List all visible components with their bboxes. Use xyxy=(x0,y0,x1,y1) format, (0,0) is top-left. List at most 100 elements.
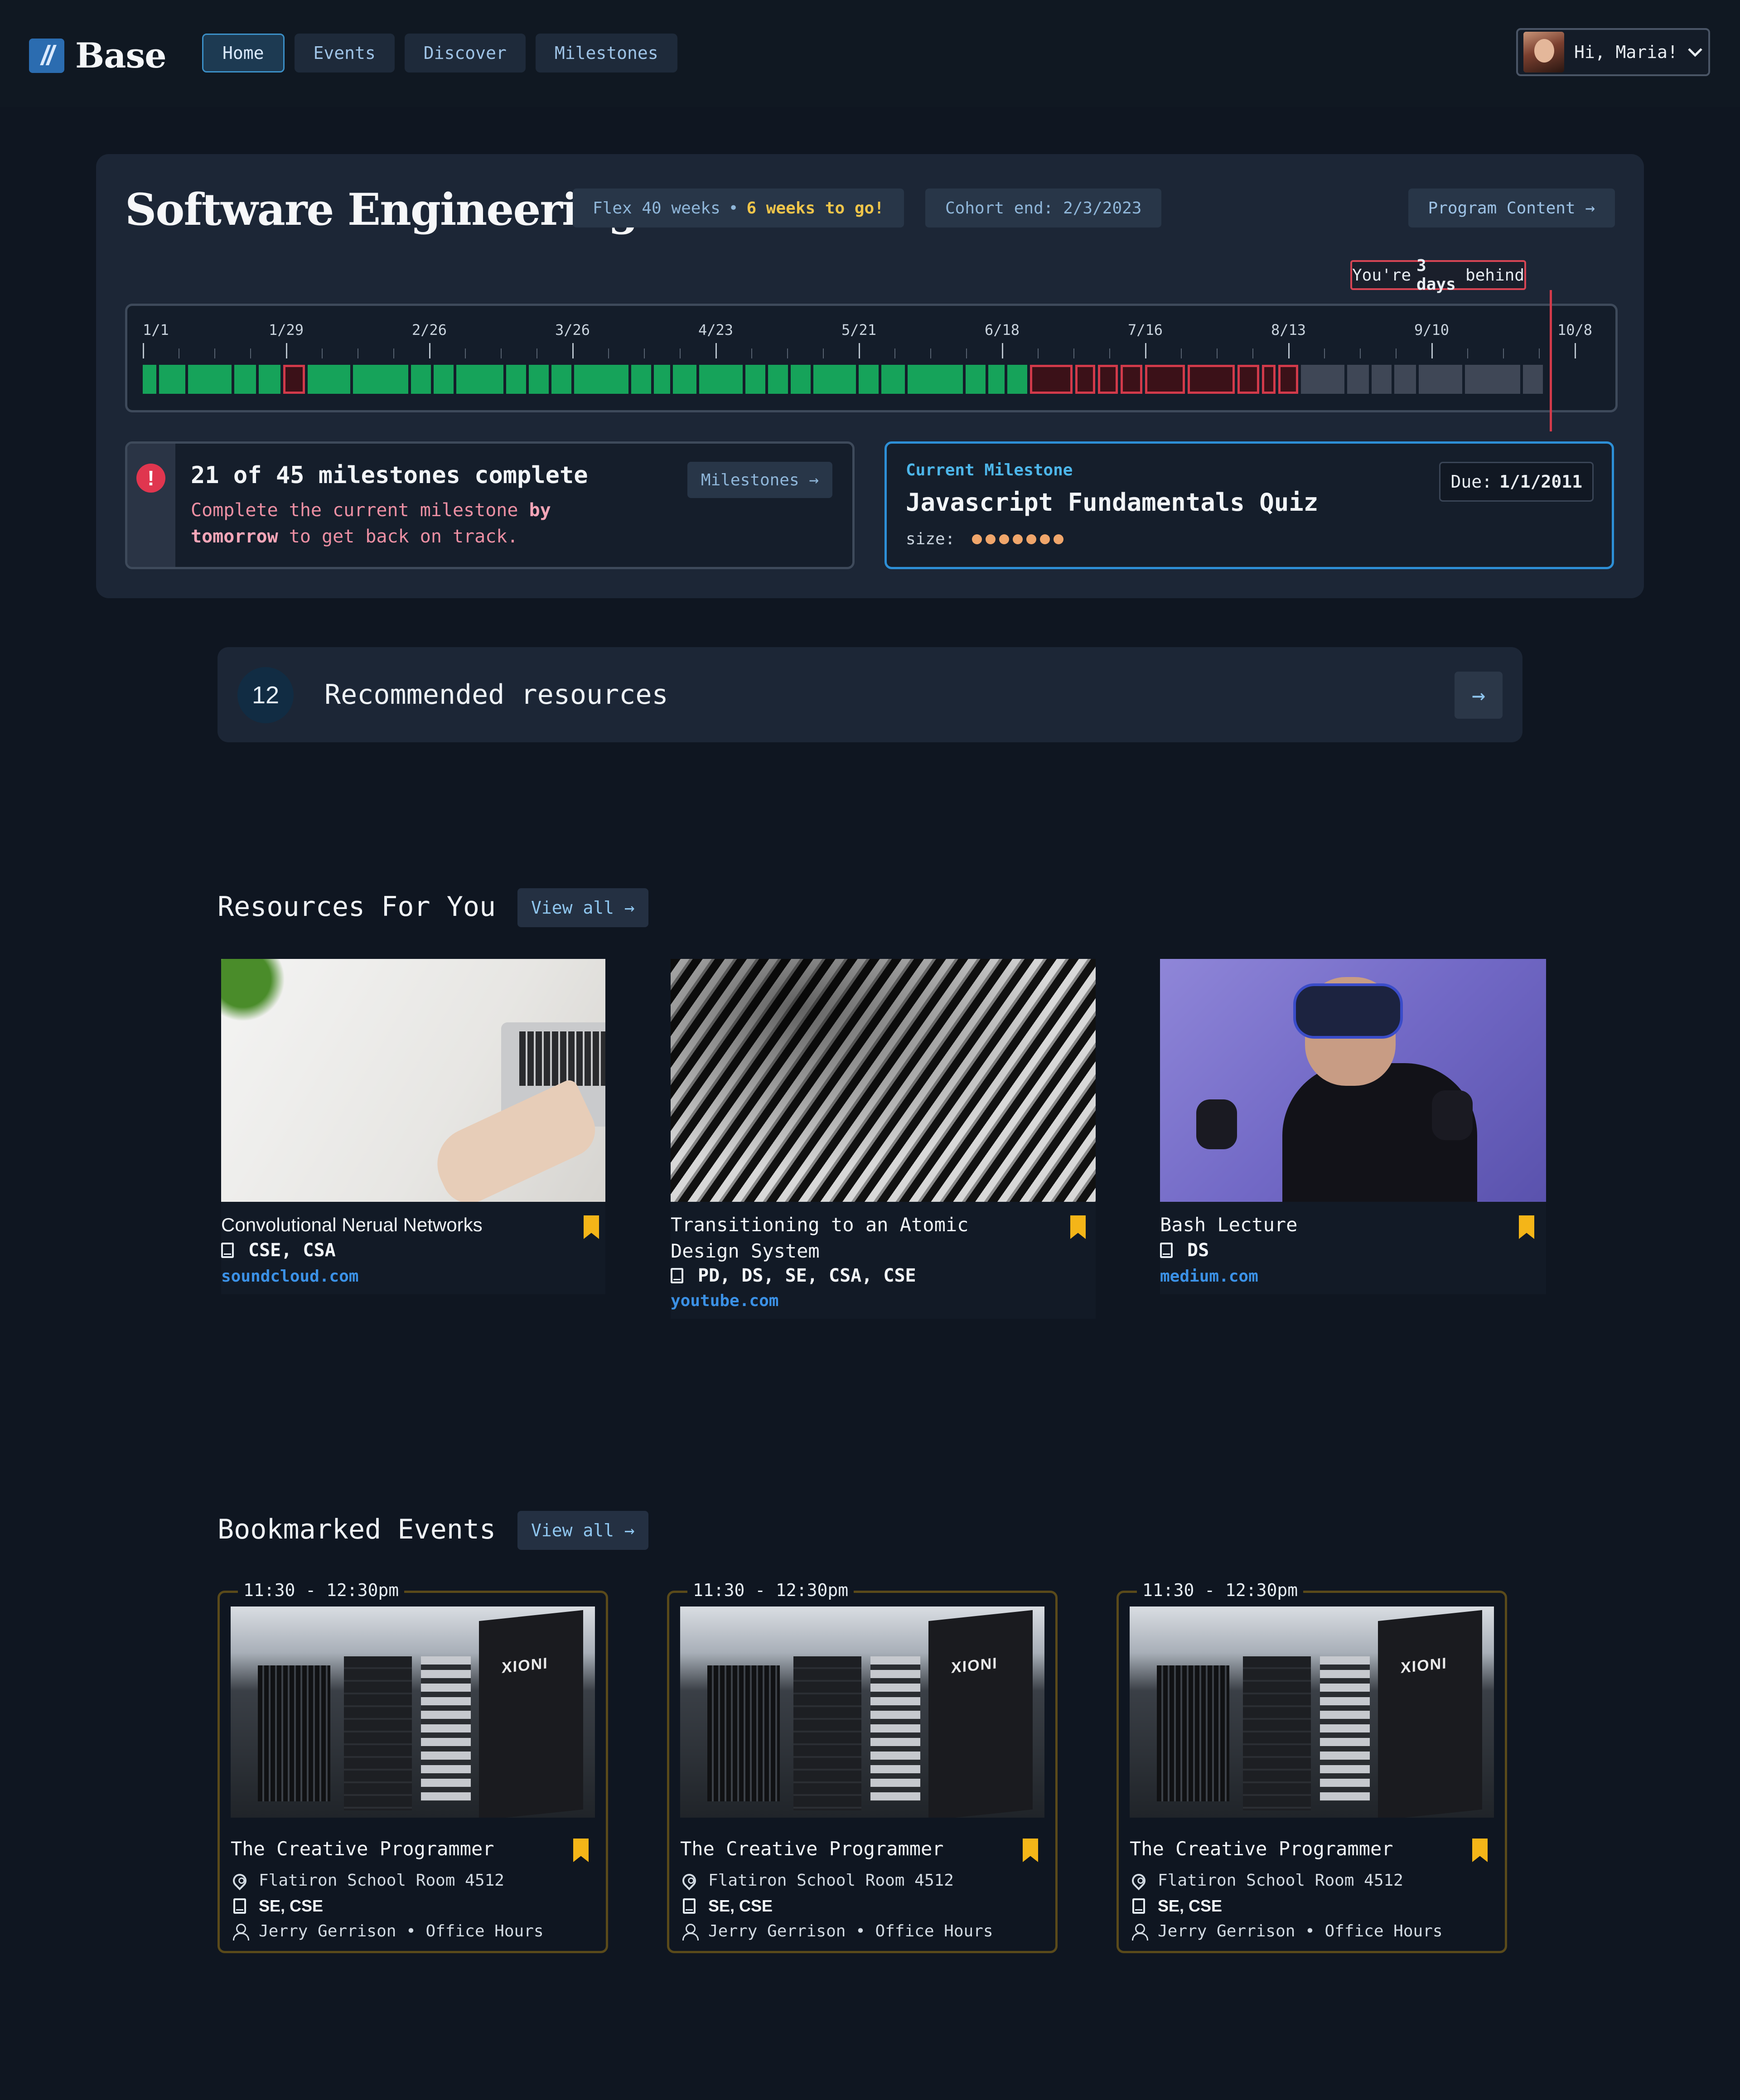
resource-card[interactable]: Convolutional Nerual Networks CSE, CSA s… xyxy=(221,959,605,1294)
bookmark-icon[interactable] xyxy=(584,1215,599,1239)
resource-source-link[interactable]: medium.com xyxy=(1160,1267,1258,1286)
event-host-text: Jerry Gerrison • Office Hours xyxy=(1158,1922,1443,1940)
milestone-segment-upcoming[interactable] xyxy=(1523,365,1543,394)
milestone-segment-missed[interactable] xyxy=(1030,365,1073,394)
milestone-segment-complete[interactable] xyxy=(456,365,503,394)
milestone-segment-missed[interactable] xyxy=(1278,365,1298,394)
milestone-segment-complete[interactable] xyxy=(966,365,986,394)
size-dot xyxy=(986,534,996,544)
milestone-segment-complete[interactable] xyxy=(654,365,670,394)
milestone-segment-upcoming[interactable] xyxy=(1372,365,1392,394)
event-card[interactable]: 11:30 - 12:30pm The Creative Programmer … xyxy=(667,1580,1058,1953)
resources-view-all-button[interactable]: View all → xyxy=(517,888,648,927)
milestones-button[interactable]: Milestones → xyxy=(687,462,832,498)
milestone-segment-upcoming[interactable] xyxy=(1347,365,1369,394)
milestone-segment-complete[interactable] xyxy=(506,365,526,394)
milestone-segment-complete[interactable] xyxy=(411,365,431,394)
resource-card[interactable]: Bash Lecture DS medium.com xyxy=(1160,959,1546,1294)
milestone-segment-complete[interactable] xyxy=(791,365,811,394)
bookmark-icon[interactable] xyxy=(573,1839,589,1862)
size-dots xyxy=(972,534,1064,544)
milestone-segment-complete[interactable] xyxy=(529,365,549,394)
arrow-right-icon[interactable]: → xyxy=(1455,672,1503,719)
milestone-segment-complete[interactable] xyxy=(881,365,905,394)
event-card[interactable]: 11:30 - 12:30pm The Creative Programmer … xyxy=(218,1580,608,1953)
milestone-segment-complete[interactable] xyxy=(188,365,232,394)
event-location: Flatiron School Room 4512 xyxy=(679,1871,954,1890)
bookmark-icon[interactable] xyxy=(1472,1839,1488,1862)
timeline-major-tick xyxy=(715,343,717,358)
bookmark-icon[interactable] xyxy=(1023,1839,1038,1862)
event-image xyxy=(1130,1606,1494,1818)
avatar xyxy=(1523,32,1564,73)
milestone-segment-complete[interactable] xyxy=(699,365,743,394)
timeline-minor-tick xyxy=(930,348,931,358)
milestone-segment-upcoming[interactable] xyxy=(1301,365,1344,394)
program-content-button[interactable]: Program Content → xyxy=(1408,189,1615,227)
milestone-segment-complete[interactable] xyxy=(859,365,879,394)
event-tags-text: SE, CSE xyxy=(259,1897,324,1915)
current-milestone-card[interactable]: Current Milestone Javascript Fundamental… xyxy=(884,441,1614,569)
resource-source-link[interactable]: soundcloud.com xyxy=(221,1267,358,1286)
timeline-minor-tick xyxy=(1109,348,1110,358)
event-host: Jerry Gerrison • Office Hours xyxy=(231,1922,544,1940)
milestone-segment-complete[interactable] xyxy=(551,365,571,394)
milestone-segment-complete[interactable] xyxy=(908,365,963,394)
events-view-all-button[interactable]: View all → xyxy=(517,1511,648,1550)
event-location-text: Flatiron School Room 4512 xyxy=(1158,1871,1403,1890)
msg-part-1: Complete the current milestone xyxy=(191,500,518,521)
resource-source-link[interactable]: youtube.com xyxy=(671,1292,778,1310)
milestone-segment-upcoming[interactable] xyxy=(1419,365,1462,394)
milestone-segment-complete[interactable] xyxy=(813,365,856,394)
event-card[interactable]: 11:30 - 12:30pm The Creative Programmer … xyxy=(1116,1580,1507,1953)
resource-tags-text: CSE, CSA xyxy=(248,1240,336,1261)
milestone-segment-missed[interactable] xyxy=(1121,365,1142,394)
timeline-date-label: 1/29 xyxy=(269,321,304,339)
program-duration-pill: Flex 40 weeks • 6 weeks to go! xyxy=(573,189,904,227)
bookmark-icon[interactable] xyxy=(1070,1215,1086,1239)
milestone-segment-complete[interactable] xyxy=(143,365,156,394)
milestone-segment-missed[interactable] xyxy=(1098,365,1118,394)
milestone-segment-upcoming[interactable] xyxy=(1465,365,1520,394)
resource-card[interactable]: Transitioning to an Atomic Design System… xyxy=(671,959,1096,1319)
milestone-segment-complete[interactable] xyxy=(673,365,696,394)
milestone-segment-complete[interactable] xyxy=(259,365,280,394)
milestone-segment-complete[interactable] xyxy=(768,365,788,394)
nav-tabs: Home Events Discover Milestones xyxy=(202,34,677,73)
milestone-segment-complete[interactable] xyxy=(308,365,350,394)
timeline-minor-tick xyxy=(1503,348,1504,358)
milestone-segment-missed[interactable] xyxy=(1262,365,1276,394)
resource-tags: CSE, CSA xyxy=(221,1240,336,1261)
timeline-date-label: 6/18 xyxy=(985,321,1020,339)
milestone-segment-missed[interactable] xyxy=(1075,365,1095,394)
bookmark-icon[interactable] xyxy=(1519,1215,1534,1239)
due-badge: Due: 1/1/2011 xyxy=(1439,462,1594,502)
milestone-segment-complete[interactable] xyxy=(353,365,408,394)
timeline-minor-tick xyxy=(1038,348,1039,358)
weeks-left: 6 weeks to go! xyxy=(746,198,884,218)
logo[interactable]: // Base xyxy=(29,35,167,76)
milestone-segment-missed[interactable] xyxy=(1188,365,1235,394)
user-menu-button[interactable]: Hi, Maria! xyxy=(1516,28,1710,76)
milestone-segment-complete[interactable] xyxy=(745,365,765,394)
timeline-major-tick xyxy=(429,343,430,358)
milestone-segment-complete[interactable] xyxy=(574,365,628,394)
milestone-segment-complete[interactable] xyxy=(159,365,185,394)
nav-tab-milestones[interactable]: Milestones xyxy=(535,34,677,73)
nav-tab-home[interactable]: Home xyxy=(202,34,285,73)
program-card: Software Engineering Flex 40 weeks • 6 w… xyxy=(96,154,1644,598)
milestone-segment-upcoming[interactable] xyxy=(1394,365,1416,394)
milestone-segment-missed[interactable] xyxy=(283,365,305,394)
nav-tab-discover[interactable]: Discover xyxy=(404,34,526,73)
milestone-segment-complete[interactable] xyxy=(434,365,454,394)
event-title: The Creative Programmer xyxy=(1130,1838,1393,1860)
milestone-segment-complete[interactable] xyxy=(234,365,256,394)
milestone-segment-missed[interactable] xyxy=(1237,365,1259,394)
milestone-segment-complete[interactable] xyxy=(1007,365,1027,394)
milestone-segment-complete[interactable] xyxy=(631,365,651,394)
nav-tab-events[interactable]: Events xyxy=(294,34,395,73)
recommended-resources-banner[interactable]: 12 Recommended resources → xyxy=(218,647,1522,742)
milestone-segment-complete[interactable] xyxy=(988,365,1005,394)
milestones-message: Complete the current milestone by tomorr… xyxy=(191,497,599,550)
milestone-segment-missed[interactable] xyxy=(1145,365,1185,394)
